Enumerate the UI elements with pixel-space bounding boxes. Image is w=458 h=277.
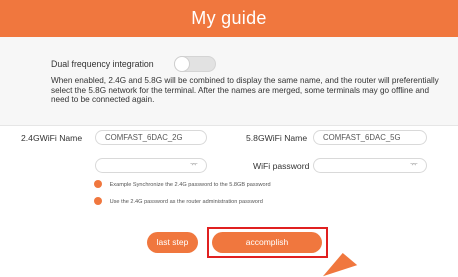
eye-closed-icon[interactable]: ⌤ <box>410 159 418 172</box>
wifi24-name-label: 2.4GWiFi Name <box>21 133 83 143</box>
wifi58-name-input[interactable]: COMFAST_6DAC_5G <box>313 130 427 145</box>
divider <box>0 125 458 126</box>
sync-password-option[interactable]: Example Synchronize the 2.4G password to… <box>94 180 271 189</box>
dual-frequency-panel: Dual frequency integration When enabled,… <box>0 37 458 125</box>
eye-closed-icon[interactable]: ⌤ <box>190 159 198 172</box>
page-title: My guide <box>0 0 458 37</box>
admin-password-label: Use the 2.4G password as the router admi… <box>109 199 263 205</box>
admin-password-option[interactable]: Use the 2.4G password as the router admi… <box>94 197 263 206</box>
wifi24-name-input[interactable]: COMFAST_6DAC_2G <box>95 130 207 145</box>
wifi24-password-input[interactable]: ⌤ <box>95 158 207 173</box>
sync-password-label: Example Synchronize the 2.4G password to… <box>109 182 271 188</box>
wifi58-password-input[interactable]: ⌤ <box>313 158 427 173</box>
wifi-password-label: WiFi password <box>253 161 310 171</box>
dual-frequency-toggle[interactable] <box>174 56 216 72</box>
sync-password-radio[interactable] <box>94 180 102 188</box>
highlight-box <box>207 227 328 258</box>
toggle-knob <box>174 56 190 72</box>
admin-password-radio[interactable] <box>94 197 102 205</box>
wifi58-name-label: 5.8GWiFi Name <box>246 133 308 143</box>
dual-frequency-description: When enabled, 2.4G and 5.8G will be comb… <box>51 76 439 105</box>
last-step-button[interactable]: last step <box>147 232 198 253</box>
dual-frequency-label: Dual frequency integration <box>51 59 154 69</box>
